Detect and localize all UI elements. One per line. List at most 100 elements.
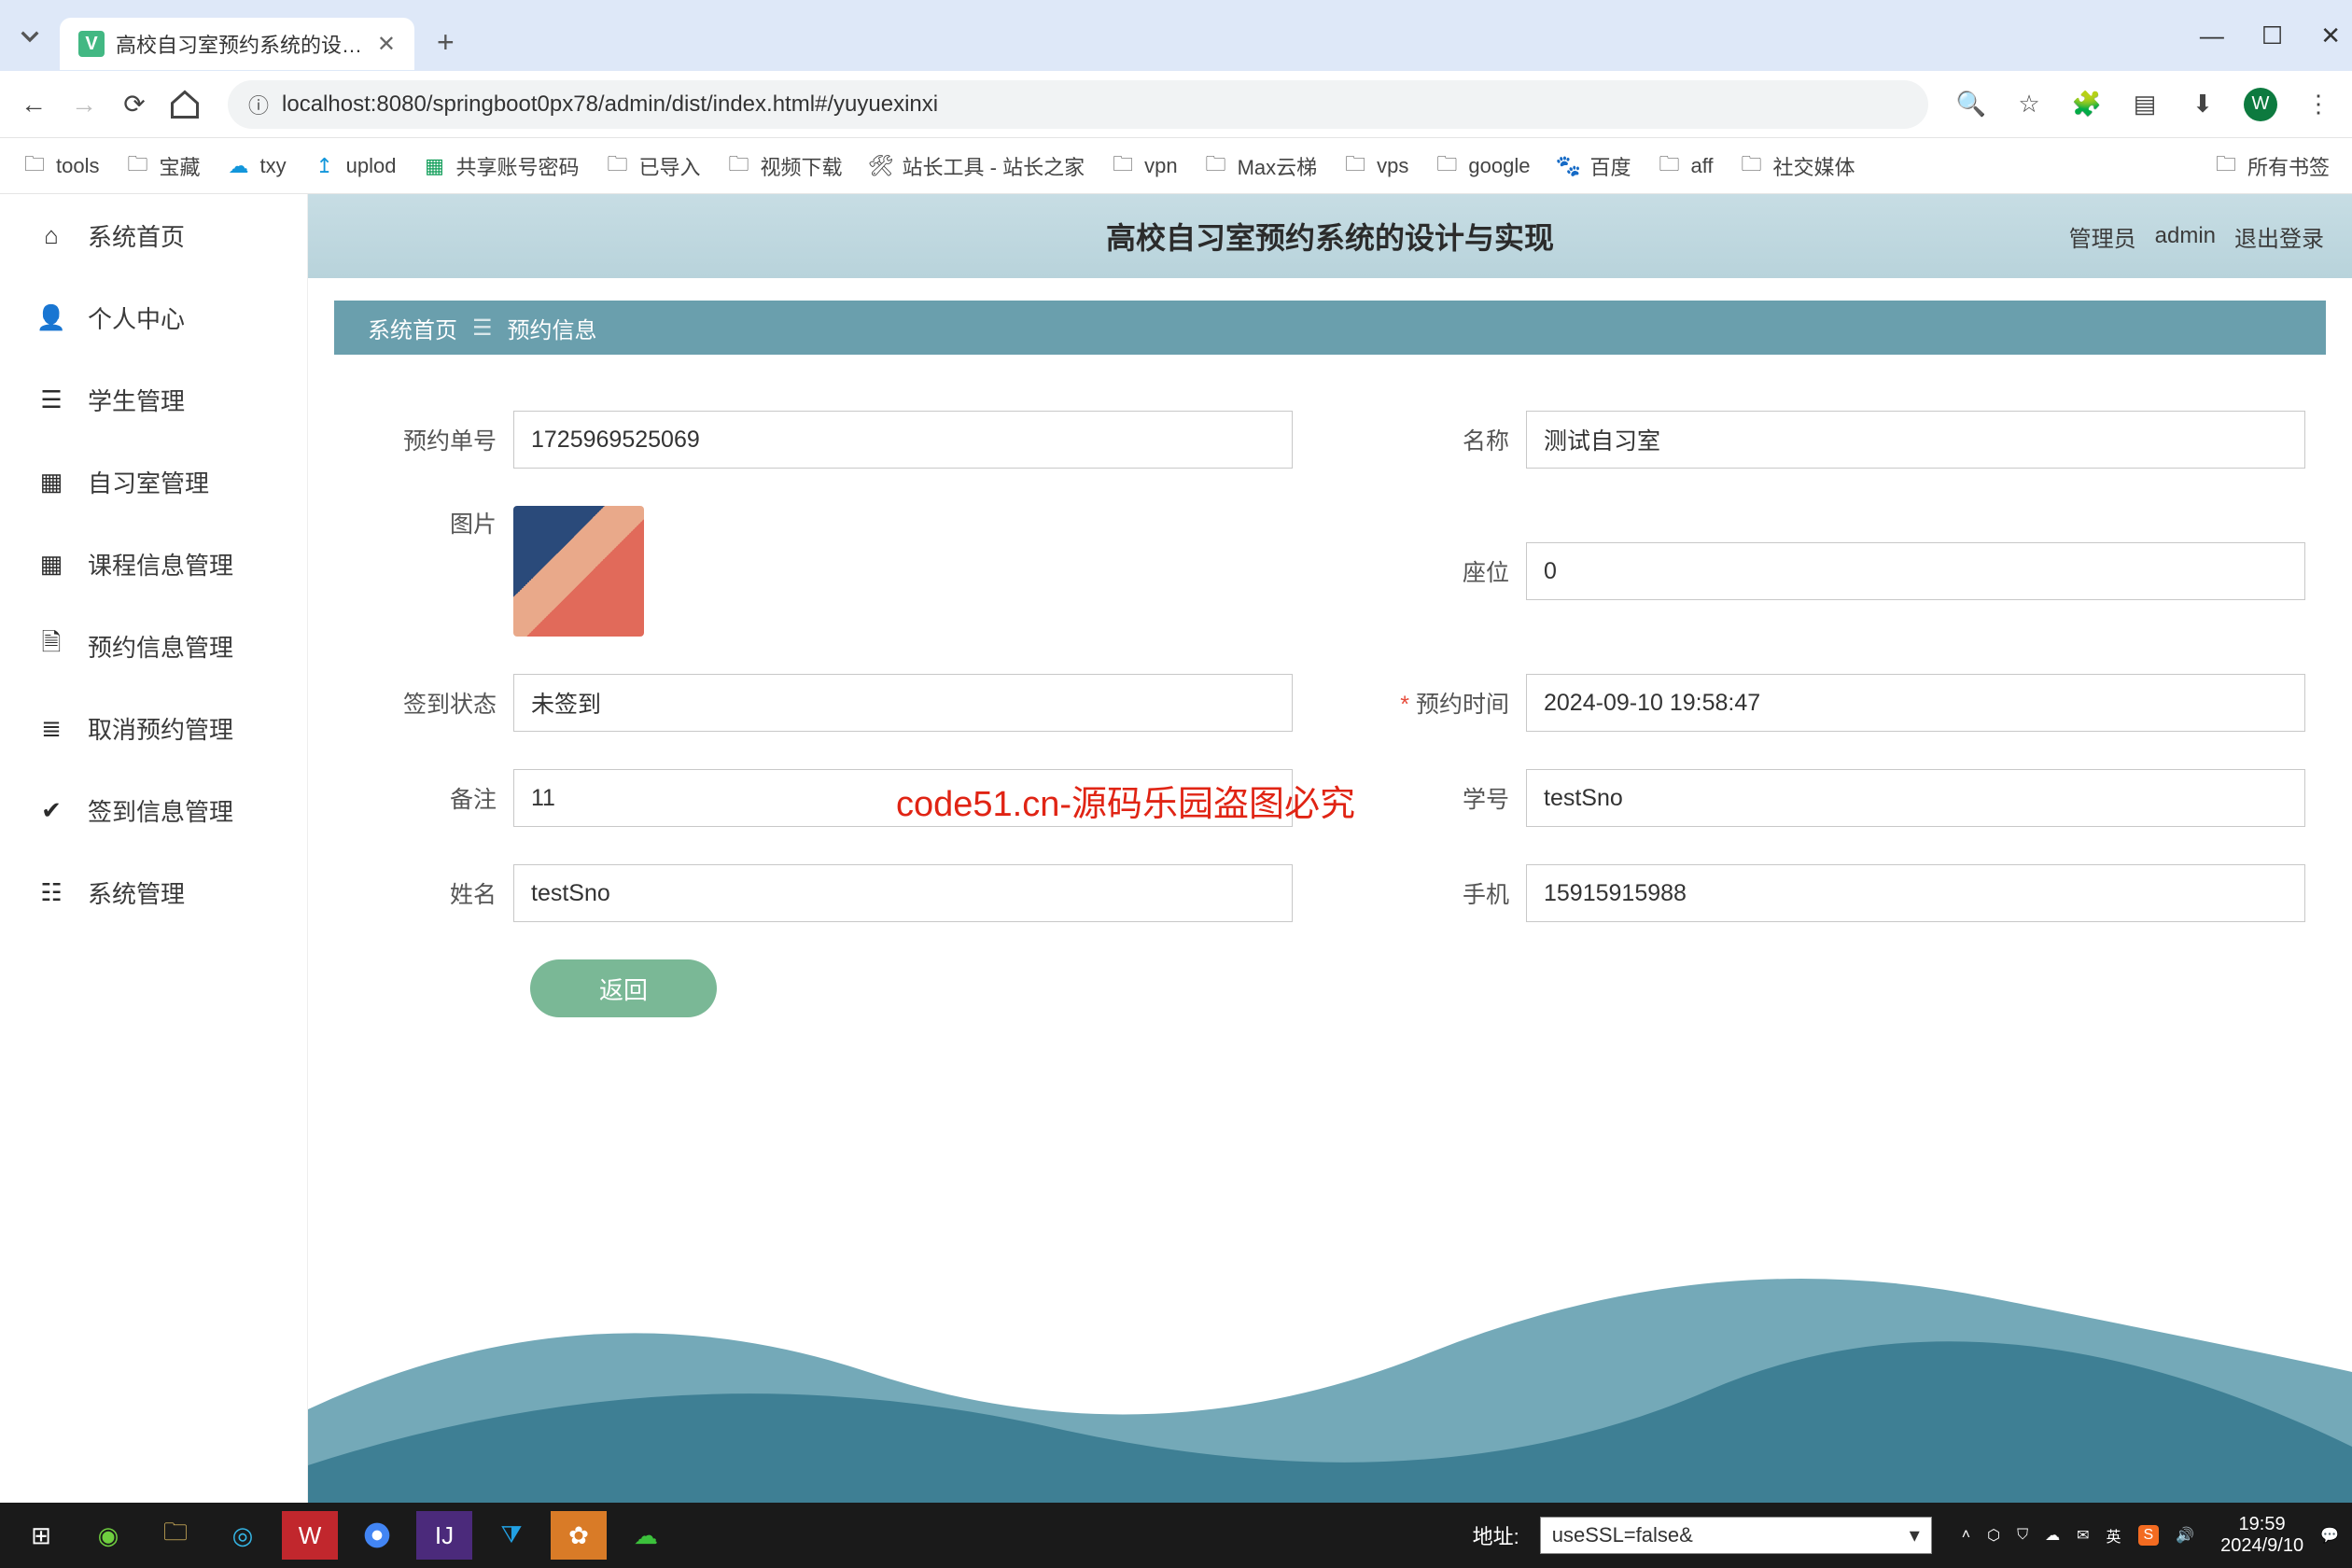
back-button[interactable]: ← (17, 88, 50, 121)
taskbar-intellij[interactable]: IJ (416, 1511, 472, 1560)
label-sname: 姓名 (355, 876, 513, 910)
home-button[interactable] (168, 88, 202, 121)
tray-icon[interactable]: ⛉ (2017, 1527, 2028, 1544)
label-name: 名称 (1367, 423, 1526, 456)
home-icon: ⌂ (37, 221, 65, 249)
taskbar-clock[interactable]: 19:59 2024/9/10 (2220, 1514, 2303, 1557)
sidebar-item-system[interactable]: ☷系统管理 (0, 851, 307, 933)
bookmark-item[interactable]: 🛠站长工具 - 站长之家 (869, 151, 1085, 181)
profile-avatar[interactable]: W (2244, 88, 2277, 121)
bookmark-item[interactable]: 🗀Max云梯 (1204, 151, 1318, 181)
user-icon: 👤 (37, 303, 65, 331)
taskbar-app[interactable]: ✿ (551, 1511, 607, 1560)
reading-list-icon[interactable]: ▤ (2128, 88, 2162, 121)
tray-up-icon[interactable]: ˄ (1962, 1527, 1970, 1544)
tray-icon[interactable]: ✉ (2077, 1526, 2089, 1545)
bookmark-item[interactable]: 🗀aff (1657, 154, 1713, 178)
minimize-button[interactable]: — (2200, 21, 2224, 50)
chevron-down-icon (11, 17, 49, 54)
tray-icon[interactable]: ☁ (2045, 1526, 2060, 1545)
order-no-input[interactable] (513, 411, 1293, 469)
folder-icon: 🗀 (2214, 154, 2238, 178)
taskbar-vscode[interactable]: ⧩ (483, 1511, 539, 1560)
sname-input[interactable] (513, 864, 1293, 922)
phone-input[interactable] (1526, 864, 2305, 922)
sidebar-item-cancel[interactable]: ≣取消预约管理 (0, 687, 307, 769)
taskbar-chrome[interactable] (349, 1511, 405, 1560)
sidebar-item-home[interactable]: ⌂系统首页 (0, 194, 307, 276)
close-window-button[interactable]: ✕ (2320, 21, 2341, 50)
notifications-icon[interactable]: 💬 (2320, 1526, 2339, 1545)
tray-sogou-icon[interactable]: S (2138, 1525, 2160, 1546)
sidebar-item-course[interactable]: ▦课程信息管理 (0, 523, 307, 605)
bookmark-item[interactable]: ↥uplod (313, 154, 397, 178)
new-tab-button[interactable]: + (437, 25, 455, 60)
image-thumbnail[interactable] (513, 506, 644, 637)
bookmark-item[interactable]: 🗀tools (22, 154, 99, 178)
taskbar-wechat[interactable]: ☁ (618, 1511, 674, 1560)
forward-button[interactable]: → (67, 88, 101, 121)
zoom-icon[interactable]: 🔍 (1954, 88, 1988, 121)
label-remark: 备注 (355, 781, 513, 815)
tray-icon[interactable]: ⬡ (1987, 1526, 2000, 1545)
list-icon: ≣ (37, 714, 65, 742)
tab-close-icon[interactable]: ✕ (377, 31, 396, 58)
bookmark-item[interactable]: 🗀已导入 (605, 151, 700, 181)
url-input[interactable]: ⓘ localhost:8080/springboot0px78/admin/d… (228, 80, 1928, 129)
bookmark-item[interactable]: ☁txy (227, 154, 287, 178)
tab-title: 高校自习室预约系统的设计与实 (116, 29, 366, 59)
sidebar-item-profile[interactable]: 👤个人中心 (0, 276, 307, 358)
bookmark-item[interactable]: 🗀google (1435, 154, 1530, 178)
taskbar-explorer[interactable]: 🗀 (147, 1511, 203, 1560)
sheet-icon: ▦ (422, 154, 446, 178)
taskbar-addr-input[interactable]: useSSL=false&▾ (1540, 1517, 1932, 1554)
logout-link[interactable]: 退出登录 (2234, 220, 2324, 253)
browser-tab-strip: V 高校自习室预约系统的设计与实 ✕ + — ☐ ✕ (0, 0, 2352, 71)
tool-icon: 🛠 (869, 154, 893, 178)
back-button[interactable]: 返回 (530, 959, 717, 1017)
taskbar-edge[interactable]: ◎ (215, 1511, 271, 1560)
label-time: 预约时间 (1367, 686, 1526, 720)
header-user: admin (2155, 223, 2216, 249)
label-signin: 签到状态 (355, 686, 513, 720)
bookmark-star-icon[interactable]: ☆ (2012, 88, 2046, 121)
browser-tab-active[interactable]: V 高校自习室预约系统的设计与实 ✕ (60, 18, 414, 70)
bookmark-item[interactable]: 🗀视频下载 (727, 151, 843, 181)
start-button[interactable]: ⊞ (13, 1511, 69, 1560)
bookmark-item[interactable]: 🗀宝藏 (125, 151, 200, 181)
reload-button[interactable]: ⟳ (118, 88, 151, 121)
vue-favicon-icon: V (78, 31, 105, 57)
tray-ime[interactable]: 英 (2106, 1524, 2121, 1547)
taskbar-app[interactable]: W (282, 1511, 338, 1560)
bookmark-item[interactable]: 🗀vps (1343, 154, 1408, 178)
home-icon (168, 88, 202, 121)
breadcrumb-home[interactable]: 系统首页 (368, 312, 457, 344)
tab-search-dropdown[interactable] (11, 17, 49, 54)
bookmark-item[interactable]: 🗀社交媒体 (1740, 151, 1855, 181)
sidebar-item-signin[interactable]: ✔签到信息管理 (0, 769, 307, 851)
taskbar-app[interactable]: ◉ (80, 1511, 136, 1560)
breadcrumb-current: 预约信息 (508, 312, 597, 344)
folder-icon: 🗀 (22, 154, 47, 178)
sidebar-item-room[interactable]: ▦自习室管理 (0, 441, 307, 523)
sidebar-item-reservation[interactable]: 🗎预约信息管理 (0, 605, 307, 687)
sno-input[interactable] (1526, 769, 2305, 827)
signin-input[interactable] (513, 674, 1293, 732)
all-bookmarks-button[interactable]: 🗀所有书签 (2214, 151, 2330, 181)
downloads-icon[interactable]: ⬇ (2186, 88, 2219, 121)
tray-volume-icon[interactable]: 🔊 (2176, 1526, 2194, 1545)
sidebar-item-students[interactable]: ☰学生管理 (0, 358, 307, 441)
remark-input[interactable] (513, 769, 1293, 827)
maximize-button[interactable]: ☐ (2261, 21, 2283, 50)
site-info-icon[interactable]: ⓘ (248, 90, 269, 119)
bookmark-item[interactable]: 🐾百度 (1556, 151, 1631, 181)
system-tray: ˄ ⬡ ⛉ ☁ ✉ 英 S 🔊 19:59 2024/9/10 💬 (1962, 1514, 2339, 1557)
name-input[interactable] (1526, 411, 2305, 469)
menu-icon[interactable]: ⋮ (2302, 88, 2335, 121)
bookmark-item[interactable]: ▦共享账号密码 (422, 151, 579, 181)
bookmark-item[interactable]: 🗀vpn (1111, 154, 1177, 178)
chrome-icon (362, 1520, 392, 1550)
extensions-icon[interactable]: 🧩 (2070, 88, 2104, 121)
seat-input[interactable] (1526, 542, 2305, 600)
time-input[interactable] (1526, 674, 2305, 732)
